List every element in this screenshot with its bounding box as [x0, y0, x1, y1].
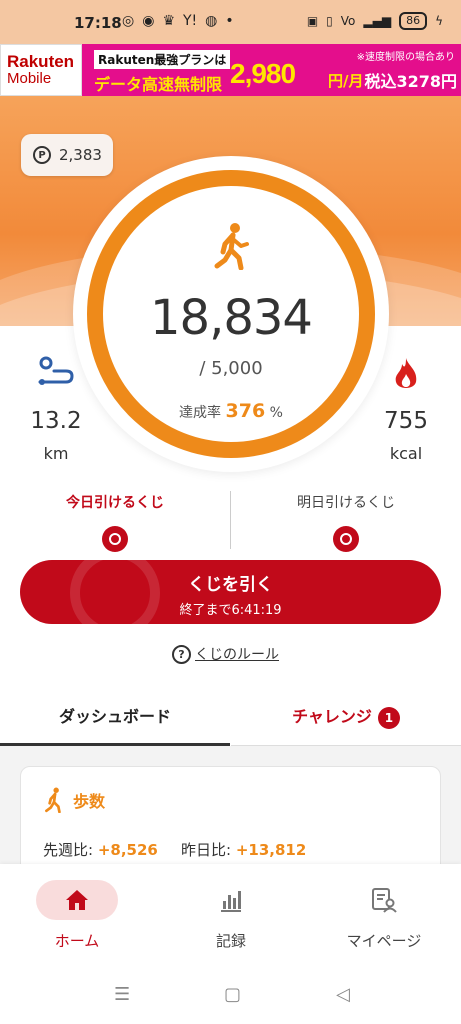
home-icon: [66, 890, 88, 910]
dot-icon: •: [225, 13, 234, 29]
week-comparison: 先週比: +8,526: [43, 839, 158, 860]
ad-banner[interactable]: Rakuten Mobile Rakuten最強プランは データ高速無制限 ※速…: [0, 44, 461, 96]
kuji-watermark-icon: [70, 560, 160, 624]
status-time: 17:18: [74, 14, 122, 32]
app-icon: ◍: [205, 13, 218, 29]
kuji-tomorrow-label: 明日引けるくじ: [297, 495, 395, 511]
tab-challenge[interactable]: チャレンジ 1: [231, 704, 461, 746]
kuji-today-label: 今日引けるくじ: [66, 495, 164, 511]
achievement-rate: 達成率 376 %: [131, 400, 331, 422]
flame-icon: [395, 358, 417, 388]
ad-price: 2,980: [230, 58, 296, 89]
profile-card-icon: [372, 888, 397, 913]
mypage-pill: [343, 880, 425, 920]
kuji-target-icon: [333, 526, 359, 552]
steps-card-title-text: 歩数: [73, 792, 106, 811]
vibrate-icon: ▯: [326, 14, 333, 28]
rate-value: 376: [225, 400, 266, 422]
rate-label: 達成率: [179, 405, 222, 421]
calories-stat: 755 kcal: [376, 356, 436, 463]
trophy-icon: ♛: [162, 13, 175, 29]
bottom-nav: ホーム 記録 マイページ: [0, 864, 461, 974]
day-comparison: 昨日比: +13,812: [181, 839, 306, 860]
ad-plan-sub: データ高速無制限: [94, 75, 223, 94]
points-chip[interactable]: P 2,383: [21, 134, 113, 176]
points-icon: P: [33, 146, 51, 164]
status-bar: 17:18 ◎ ◉ ♛ Y! ◍ • ▣ ▯ Vo ▂▄▆ 86 ϟ: [0, 0, 461, 44]
charging-icon: ϟ: [435, 14, 443, 28]
distance-stat: 13.2 km: [24, 356, 88, 463]
nav-mypage-label: マイページ: [346, 932, 422, 950]
distance-value: 13.2: [30, 408, 82, 434]
battery-icon: 86: [399, 12, 428, 30]
home-pill: [36, 880, 118, 920]
system-nav-bar: ☰ ▢ ◁: [0, 974, 461, 1024]
signal-icon: ▂▄▆: [363, 14, 392, 28]
draw-kuji-button[interactable]: くじを引く 終了まで6:41:19: [20, 560, 441, 624]
kuji-tomorrow[interactable]: 明日引けるくじ: [231, 492, 461, 552]
distance-unit: km: [43, 444, 69, 463]
rate-unit: %: [269, 405, 283, 421]
kuji-target-icon: [102, 526, 128, 552]
tab-dashboard-label: ダッシュボード: [58, 707, 171, 726]
home-square-icon[interactable]: ▢: [224, 984, 241, 1005]
ad-unit: 円/月: [328, 72, 364, 90]
calories-value: 755: [384, 408, 428, 434]
bar-chart-icon: [221, 891, 241, 912]
ad-plan: Rakuten最強プランは: [94, 50, 231, 69]
ad-logo-line1: Rakuten: [7, 52, 75, 71]
volte-icon: Vo: [340, 14, 356, 28]
steps-value: 18,834: [150, 290, 313, 346]
back-icon[interactable]: ◁: [336, 984, 350, 1005]
app-icon: ◉: [142, 13, 155, 29]
ad-logo: Rakuten Mobile: [0, 44, 82, 96]
nav-mypage[interactable]: マイページ: [307, 880, 461, 951]
ad-note: ※速度制限の場合あり: [356, 52, 455, 63]
nav-record-label: 記録: [215, 932, 246, 950]
day-value: +13,812: [235, 841, 307, 859]
points-value: 2,383: [59, 146, 102, 164]
help-icon: ?: [172, 644, 191, 664]
week-label: 先週比:: [43, 841, 94, 859]
ad-body: Rakuten最強プランは データ高速無制限 ※速度制限の場合あり 2,980 …: [82, 44, 461, 96]
notification-icons: ◎ ◉ ♛ Y! ◍ •: [122, 13, 234, 29]
record-pill: [190, 880, 272, 920]
nav-home-label: ホーム: [54, 932, 100, 950]
tab-dashboard[interactable]: ダッシュボード: [0, 704, 230, 746]
kuji-rules-link[interactable]: ? くじのルール: [172, 644, 279, 664]
calories-unit: kcal: [389, 444, 423, 463]
walking-icon: [45, 787, 61, 813]
nav-record[interactable]: 記録: [154, 880, 308, 951]
system-icons: ▣ ▯ Vo ▂▄▆ 86 ϟ: [307, 12, 443, 30]
week-value: +8,526: [97, 841, 158, 859]
nfc-icon: ▣: [306, 14, 319, 28]
menu-icon[interactable]: ☰: [114, 984, 130, 1005]
day-label: 昨日比:: [181, 841, 232, 859]
nav-home[interactable]: ホーム: [0, 880, 154, 951]
walking-icon: [214, 223, 249, 270]
kuji-today[interactable]: 今日引けるくじ: [0, 492, 230, 552]
app-icon: ◎: [122, 13, 135, 29]
steps-card-title: 歩数: [43, 787, 105, 813]
route-icon: [38, 356, 74, 385]
tab-challenge-label: チャレンジ: [292, 707, 372, 726]
yahoo-icon: Y!: [183, 13, 198, 29]
kuji-rules-text: くじのルール: [195, 647, 279, 663]
challenge-badge: 1: [377, 707, 400, 729]
ad-tax: 税込3278円: [364, 72, 457, 91]
ad-logo-line2: Mobile: [7, 70, 52, 87]
steps-goal: / 5,000: [199, 358, 263, 379]
